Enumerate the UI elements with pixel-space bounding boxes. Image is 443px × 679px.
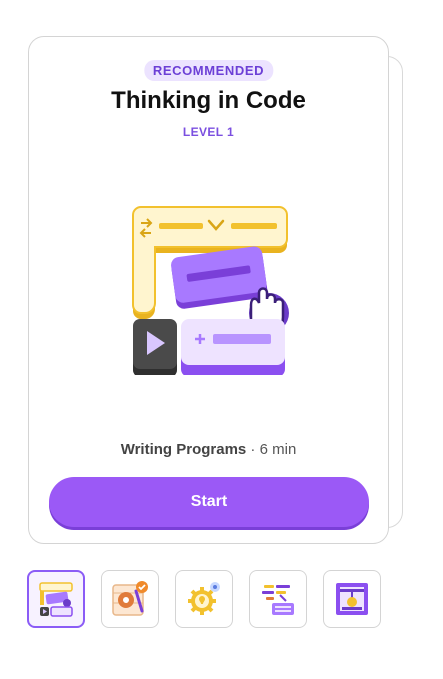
thumbnail-3d-printer[interactable] (323, 570, 381, 628)
thumbnail-wheel[interactable] (101, 570, 159, 628)
code-blocks-illustration (129, 205, 289, 380)
code-blocks-icon (39, 582, 73, 617)
wheel-checkmark-icon (112, 581, 148, 616)
course-meta: Writing Programs · 6 min (29, 441, 388, 458)
course-thumbnails (27, 570, 381, 628)
recommended-badge: RECOMMENDED (143, 60, 274, 81)
course-card: RECOMMENDED Thinking in Code LEVEL 1 Wri… (28, 36, 389, 544)
level-label: LEVEL 1 (182, 125, 235, 139)
thumbnail-sorting[interactable] (249, 570, 307, 628)
thumbnail-code-blocks[interactable] (27, 570, 85, 628)
duration-label: 6 min (259, 441, 297, 458)
start-button[interactable]: Start (49, 477, 369, 527)
3d-printer-icon (336, 583, 368, 615)
category-label: Writing Programs (120, 441, 247, 458)
gear-lightbulb-icon (188, 582, 220, 615)
thumbnail-gear-bulb[interactable] (175, 570, 233, 628)
course-title: Thinking in Code (111, 87, 306, 114)
meta-separator: · (246, 441, 260, 458)
data-sorting-icon (262, 585, 294, 615)
